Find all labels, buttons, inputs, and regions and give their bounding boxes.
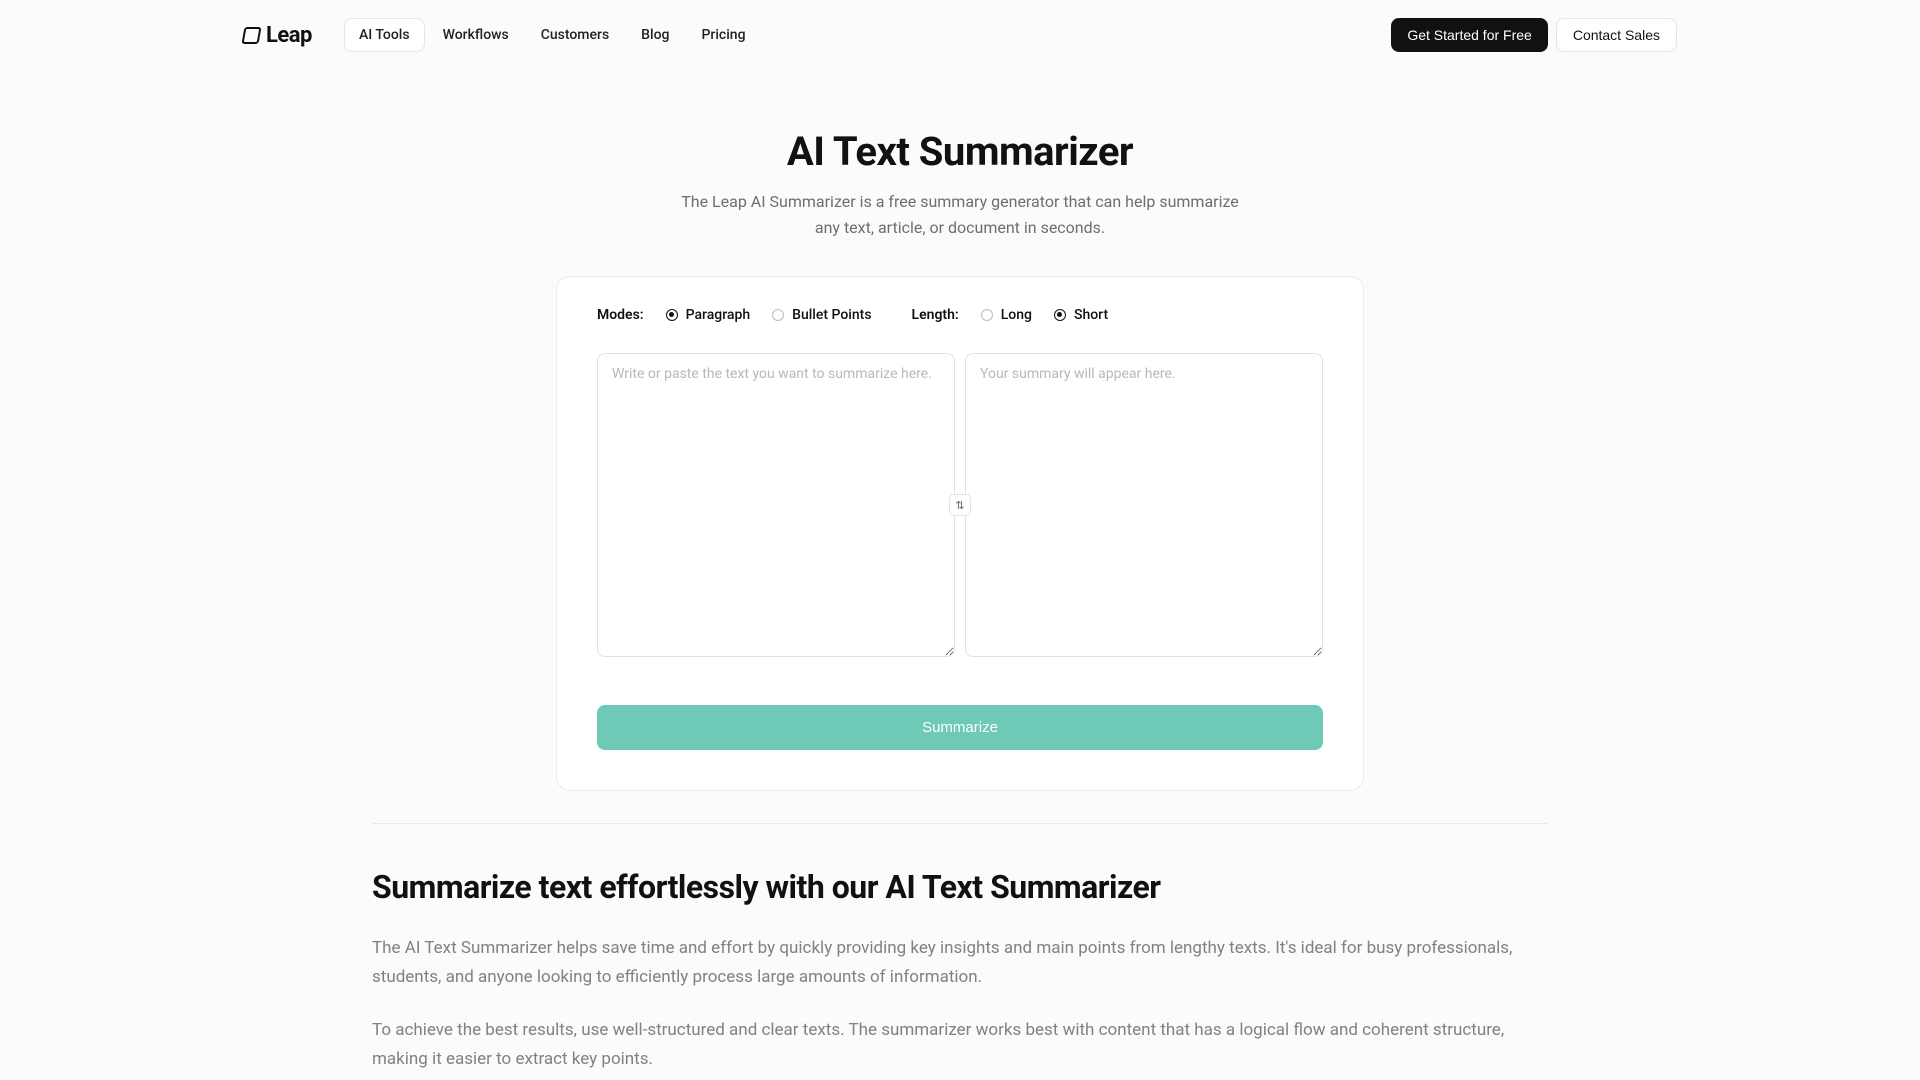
swap-icon: ⇅: [955, 499, 964, 512]
divider: [372, 823, 1548, 824]
page-subtitle: The Leap AI Summarizer is a free summary…: [680, 189, 1240, 240]
output-textarea[interactable]: [965, 353, 1323, 657]
length-label: Length:: [912, 307, 959, 323]
logo-icon: [242, 27, 262, 44]
length-option-label: Short: [1074, 307, 1108, 323]
content-heading: Summarize text effortlessly with our AI …: [372, 868, 1548, 906]
modes-label: Modes:: [597, 307, 644, 323]
brand-name: Leap: [266, 23, 312, 48]
content-section: Summarize text effortlessly with our AI …: [372, 868, 1548, 1074]
summarizer-card: Modes: Paragraph Bullet Points Length: L…: [556, 276, 1364, 791]
summarize-button[interactable]: Summarize: [597, 705, 1323, 750]
radio-icon: [981, 309, 993, 321]
mode-label: Bullet Points: [792, 307, 871, 323]
nav-pricing[interactable]: Pricing: [687, 19, 759, 51]
header-left: Leap AI Tools Workflows Customers Blog P…: [232, 18, 760, 52]
content-wrapper: Summarize text effortlessly with our AI …: [232, 823, 1688, 1074]
brand-logo[interactable]: Leap: [232, 23, 312, 48]
nav-workflows[interactable]: Workflows: [429, 19, 523, 51]
length-long[interactable]: Long: [981, 307, 1032, 323]
length-short[interactable]: Short: [1054, 307, 1108, 323]
contact-sales-button[interactable]: Contact Sales: [1556, 18, 1677, 52]
page-title: AI Text Summarizer: [0, 128, 1920, 175]
nav-customers[interactable]: Customers: [527, 19, 623, 51]
nav-ai-tools[interactable]: AI Tools: [344, 18, 425, 52]
radio-icon: [772, 309, 784, 321]
radio-icon: [666, 309, 678, 321]
mode-label: Paragraph: [686, 307, 751, 323]
get-started-button[interactable]: Get Started for Free: [1391, 18, 1548, 52]
modes-group: Modes: Paragraph Bullet Points: [597, 307, 872, 323]
content-paragraph: To achieve the best results, use well-st…: [372, 1016, 1548, 1074]
length-group: Length: Long Short: [912, 307, 1109, 323]
swap-button[interactable]: ⇅: [949, 494, 971, 516]
nav-blog[interactable]: Blog: [627, 19, 683, 51]
header: Leap AI Tools Workflows Customers Blog P…: [232, 0, 1688, 70]
mode-paragraph[interactable]: Paragraph: [666, 307, 751, 323]
text-panes: ⇅: [597, 353, 1323, 657]
main-nav: AI Tools Workflows Customers Blog Pricin…: [344, 18, 760, 52]
controls-row: Modes: Paragraph Bullet Points Length: L…: [597, 307, 1323, 323]
hero: AI Text Summarizer The Leap AI Summarize…: [0, 128, 1920, 240]
content-paragraph: The AI Text Summarizer helps save time a…: [372, 934, 1548, 992]
length-option-label: Long: [1001, 307, 1032, 323]
input-textarea[interactable]: [597, 353, 955, 657]
radio-icon: [1054, 309, 1066, 321]
header-right: Get Started for Free Contact Sales: [1391, 18, 1688, 52]
mode-bullet-points[interactable]: Bullet Points: [772, 307, 871, 323]
